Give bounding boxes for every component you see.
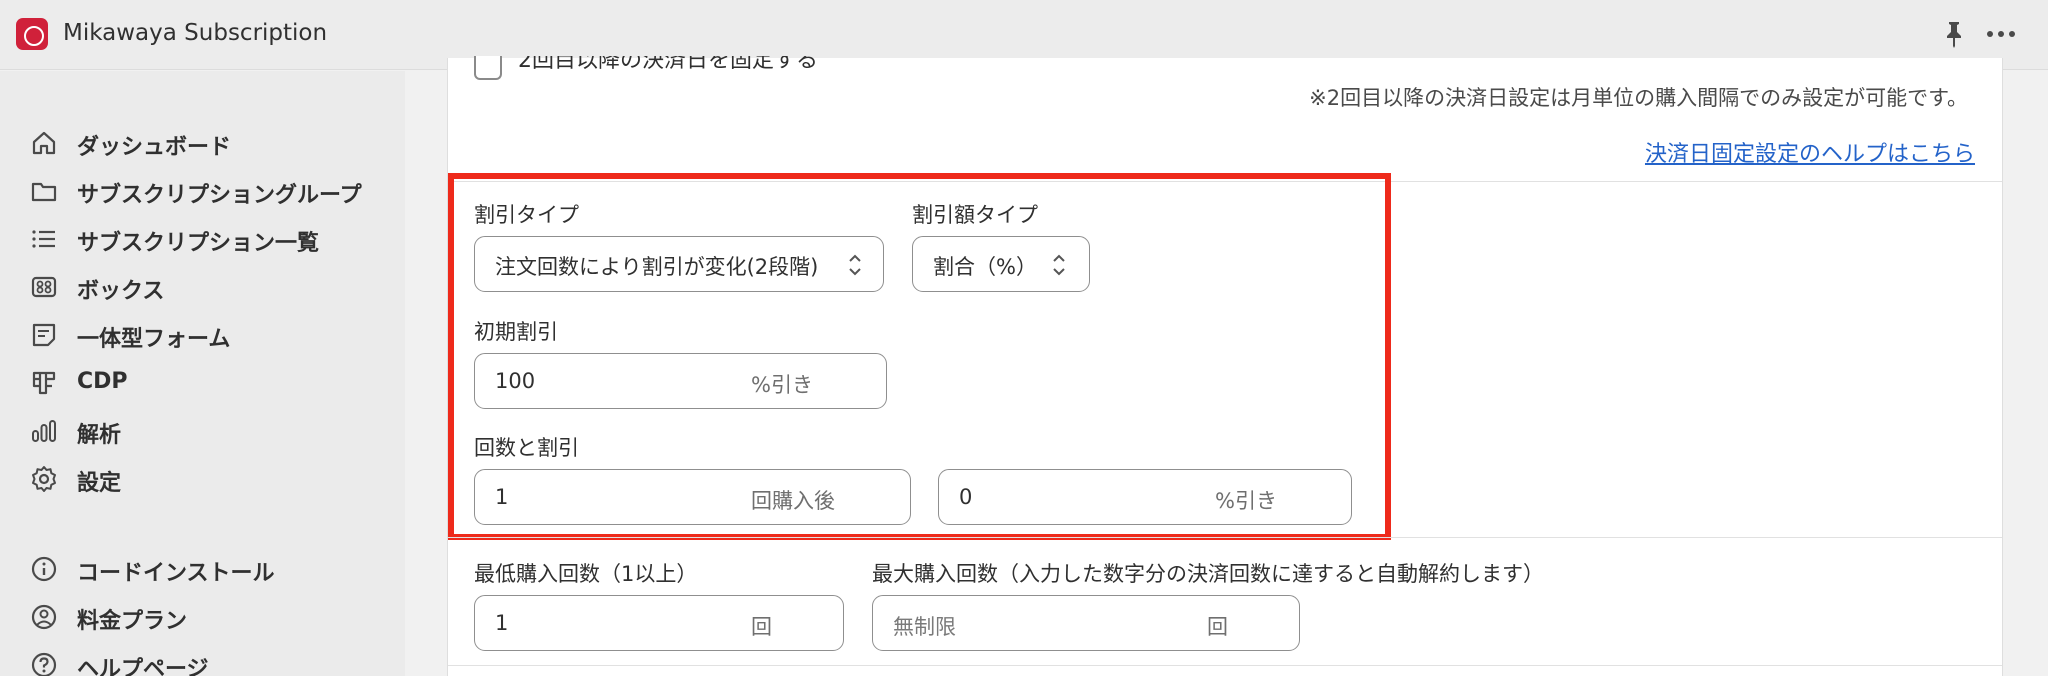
app-title: Mikawaya Subscription [63,20,328,46]
box-icon [31,276,57,298]
grid-icon [32,371,56,395]
payment-date-note: ※2回目以降の決済日設定は月単位の購入間隔でのみ設定が可能です。 [1309,86,1968,110]
help-icon [31,652,57,676]
info-icon [31,556,57,582]
fixed-payment-date-label: 2回目以降の決済日を固定する [518,56,818,73]
sidebar-item-pricing-plan[interactable]: 料金プラン [30,597,390,637]
sidebar-item-dashboard[interactable]: ダッシュボード [30,123,390,163]
max-purchase-count-label: 最大購入回数（入力した数字分の決済回数に達すると自動解約します） [872,562,1544,586]
min-purchase-count-suffix: 回 [751,615,772,639]
sidebar-item-help[interactable]: ヘルプページ [30,645,390,676]
list-icon [32,230,55,248]
divider [448,665,2002,666]
sidebar-item-label: ボックス [77,279,165,304]
sidebar-item-subscription-list[interactable]: サブスクリプション一覧 [30,219,390,259]
highlight-box [448,173,1391,540]
pin-icon[interactable] [1942,20,1966,48]
home-icon [32,131,56,155]
sidebar: ダッシュボード サブスクリプショングループ サブスクリプション一覧 ボックス 一… [0,71,405,676]
divider [448,537,2002,538]
sidebar-item-label: 料金プラン [77,609,188,634]
min-purchase-count-input[interactable]: 1 回 [474,595,844,651]
max-purchase-count-placeholder: 無制限 [893,615,956,639]
analytics-icon [32,420,56,442]
sidebar-item-label: CDP [77,369,128,394]
sidebar-item-label: ダッシュボード [77,135,232,160]
sidebar-item-subscription-groups[interactable]: サブスクリプショングループ [30,171,390,211]
sidebar-item-label: 設定 [77,471,122,496]
sidebar-item-label: サブスクリプション一覧 [77,231,320,256]
payment-date-help-link[interactable]: 決済日固定設定のヘルプはこちら [1645,136,1975,168]
sidebar-item-label: ヘルプページ [77,657,209,676]
sidebar-item-code-install[interactable]: コードインストール [30,549,390,589]
sidebar-item-label: 一体型フォーム [77,327,231,352]
sidebar-item-integrated-form[interactable]: 一体型フォーム [30,315,390,355]
max-purchase-count-suffix: 回 [1207,615,1228,639]
sidebar-item-settings[interactable]: 設定 [30,459,390,499]
form-icon [32,323,56,347]
sidebar-item-label: サブスクリプショングループ [77,183,362,208]
sidebar-item-box[interactable]: ボックス [30,267,390,307]
more-options-icon[interactable] [1984,20,2018,48]
user-circle-icon [31,604,57,630]
gear-icon [32,466,56,492]
fixed-payment-date-checkbox[interactable] [474,56,502,80]
min-purchase-count-value: 1 [495,611,509,635]
max-purchase-count-input[interactable]: 無制限 回 [872,595,1300,651]
sidebar-item-analytics[interactable]: 解析 [30,411,390,451]
min-purchase-count-label: 最低購入回数（1以上） [474,562,698,586]
folder-icon [31,182,57,202]
sidebar-item-cdp[interactable]: CDP [30,363,390,403]
sidebar-item-label: コードインストール [77,561,275,586]
sidebar-item-label: 解析 [77,423,122,448]
app-logo-icon [16,18,48,50]
